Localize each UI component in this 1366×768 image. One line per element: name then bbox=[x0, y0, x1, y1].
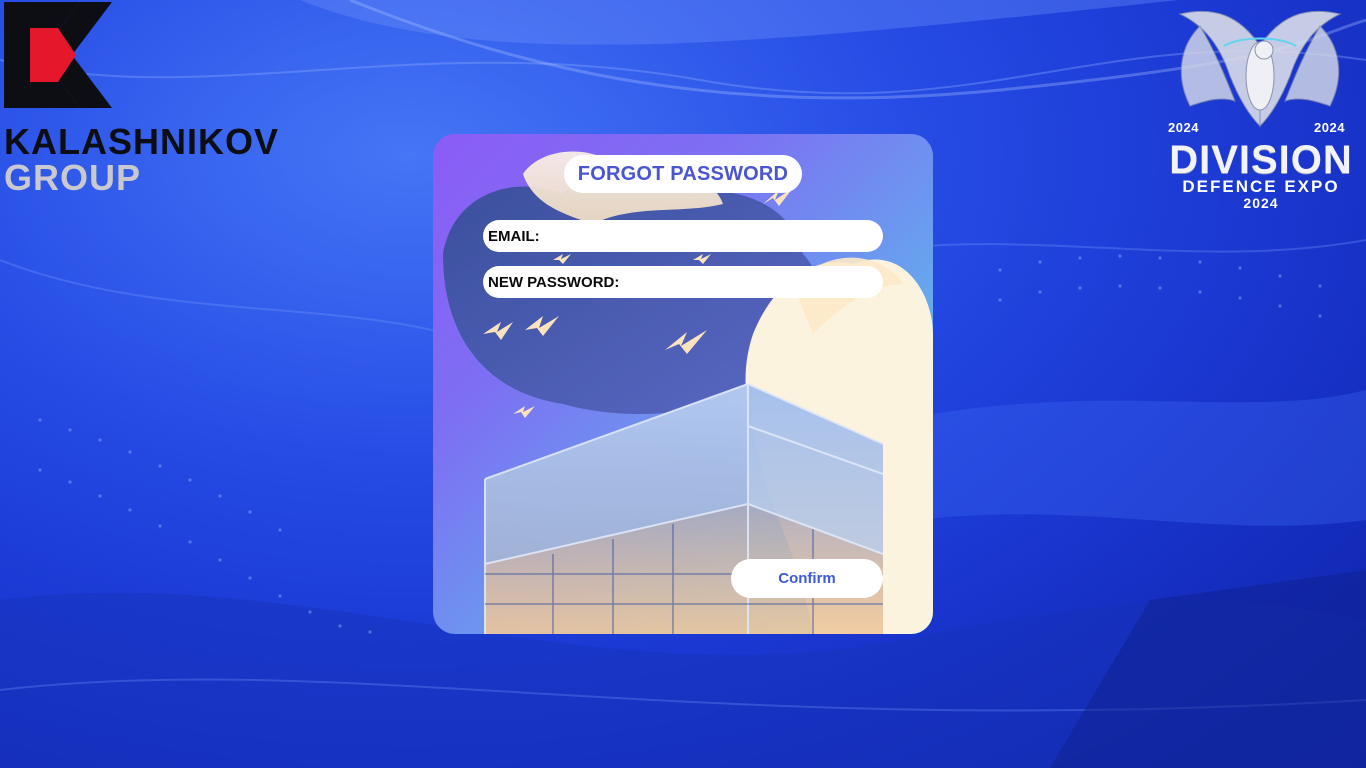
expo-year-right: 2024 bbox=[1314, 120, 1345, 135]
division-defence-expo-logo: 2024 2024 DIVISION DEFENCE EXPO 2024 bbox=[1160, 6, 1360, 212]
forgot-password-title: FORGOT PASSWORD bbox=[564, 155, 802, 193]
brand-name-line2: GROUP bbox=[4, 157, 142, 198]
login-screen: KALASHNIKOV GROUP 2024 2024 DIVISION DEF… bbox=[0, 0, 1366, 768]
kalashnikov-logo: KALASHNIKOV GROUP bbox=[0, 0, 300, 200]
email-field: EMAIL: bbox=[483, 220, 883, 252]
new-password-label: NEW PASSWORD: bbox=[488, 273, 620, 291]
new-password-field: NEW PASSWORD: bbox=[483, 266, 883, 298]
confirm-button[interactable]: Confirm bbox=[731, 559, 883, 598]
forgot-password-card: FORGOT PASSWORD EMAIL: NEW PASSWORD: Con… bbox=[433, 134, 933, 634]
email-input[interactable] bbox=[539, 222, 883, 250]
brand-name-line1: KALASHNIKOV bbox=[4, 121, 280, 162]
expo-subtitle: DEFENCE EXPO bbox=[1182, 177, 1340, 196]
kalashnikov-k-logo-icon bbox=[4, 2, 112, 108]
phoenix-emblem-icon bbox=[1178, 10, 1342, 128]
new-password-input[interactable] bbox=[619, 268, 883, 296]
expo-year-left: 2024 bbox=[1168, 120, 1199, 135]
expo-title: DIVISION bbox=[1169, 138, 1353, 182]
email-label: EMAIL: bbox=[488, 227, 540, 245]
expo-year-bottom: 2024 bbox=[1243, 195, 1279, 211]
